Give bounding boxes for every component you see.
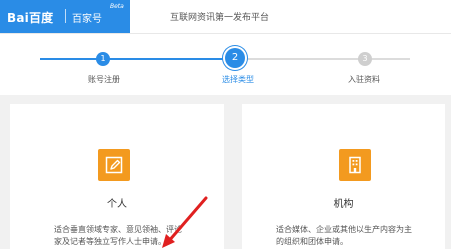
registration-progress: 1 2 3 账号注册 选择类型 入驻资料	[0, 33, 451, 95]
pencil-icon	[98, 149, 130, 181]
organization-card-title: 机构	[333, 199, 354, 210]
logo-divider	[65, 9, 66, 23]
red-annotation-arrow	[162, 196, 208, 248]
progress-line-todo	[235, 58, 410, 60]
step-1-label: 账号注册	[88, 75, 120, 84]
logo-block[interactable]: Bai百度 百家号 Beta	[0, 0, 130, 33]
beta-badge: Beta	[110, 3, 124, 10]
step-2-circle: 2	[225, 48, 245, 68]
brand-name: 百家号	[72, 14, 102, 25]
step-2-label: 选择类型	[222, 75, 254, 84]
step-3-label: 入驻资料	[348, 75, 380, 84]
organization-card-description: 适合媒体、企业或其他以生产内容为主的组织和团体申请。	[276, 225, 412, 246]
baidu-logo: Bai百度	[7, 11, 54, 25]
step-3-circle: 3	[358, 52, 372, 66]
top-bar: Bai百度 百家号 Beta 互联网资讯第一发布平台	[0, 0, 451, 33]
step-1-circle: 1	[96, 52, 110, 66]
building-icon	[339, 149, 371, 181]
organization-type-card[interactable]: 机构 适合媒体、企业或其他以生产内容为主的组织和团体申请。	[242, 104, 445, 249]
slogan: 互联网资讯第一发布平台	[170, 13, 270, 23]
progress-line-done	[40, 58, 235, 60]
